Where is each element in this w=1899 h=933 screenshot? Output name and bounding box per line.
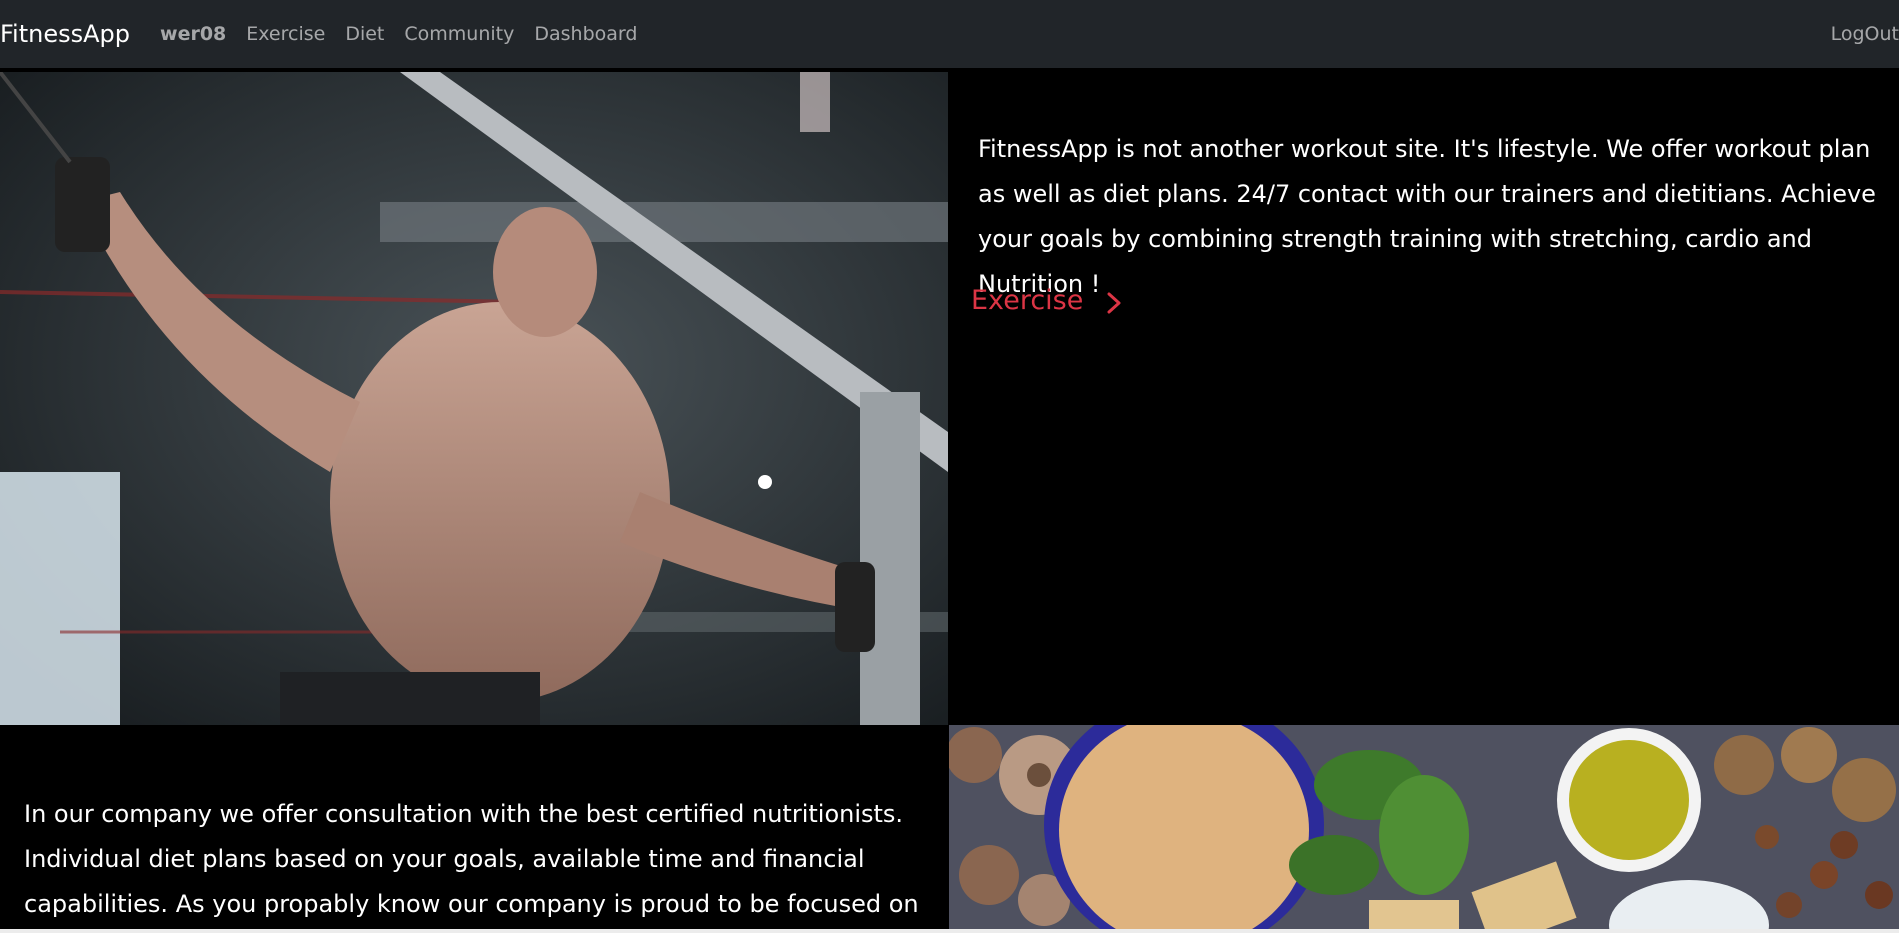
page: FitnessApp wer08 Exercise Diet Community… <box>0 0 1899 933</box>
top-navbar: FitnessApp wer08 Exercise Diet Community… <box>0 0 1899 68</box>
nav-link-dashboard[interactable]: Dashboard <box>534 23 637 45</box>
nav-links: wer08 Exercise Diet Community Dashboard <box>160 23 657 45</box>
nav-link-exercise[interactable]: Exercise <box>246 23 325 45</box>
brand-logo[interactable]: FitnessApp <box>0 20 130 48</box>
nav-link-diet[interactable]: Diet <box>345 23 384 45</box>
hero-gym-image <box>0 72 948 725</box>
hero-description: FitnessApp is not another workout site. … <box>978 135 1876 298</box>
chevron-right-icon <box>1103 290 1125 313</box>
exercise-cta-link[interactable]: Exercise <box>971 285 1125 316</box>
nav-link-community[interactable]: Community <box>404 23 514 45</box>
exercise-cta-label: Exercise <box>971 285 1084 316</box>
nutrition-description: In our company we offer consultation wit… <box>24 800 919 918</box>
logout-link[interactable]: LogOut <box>1831 0 1899 68</box>
food-image <box>949 725 1899 929</box>
nav-username[interactable]: wer08 <box>160 23 226 45</box>
